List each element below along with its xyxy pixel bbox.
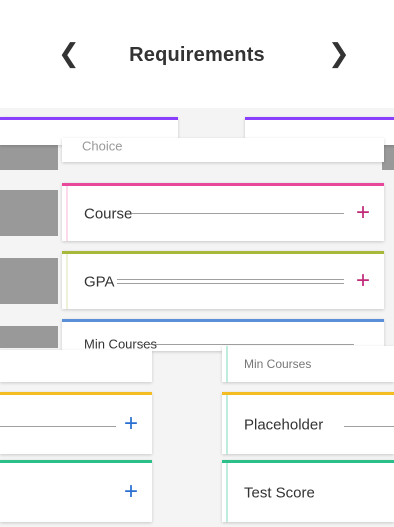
add-course-button[interactable]: + — [356, 200, 370, 224]
add-button[interactable]: + — [124, 411, 138, 435]
course-card[interactable]: Course + — [62, 183, 384, 241]
divider — [142, 344, 354, 345]
divider — [117, 283, 344, 284]
card-label: Choice — [82, 138, 123, 154]
placeholder-card[interactable]: Placeholder — [222, 392, 394, 454]
divider — [132, 213, 344, 214]
card-accent — [226, 346, 228, 382]
card-label: GPA — [84, 273, 115, 290]
blank-card[interactable] — [0, 350, 152, 382]
chevron-right-icon[interactable]: ❯ — [328, 40, 350, 66]
divider — [117, 279, 344, 280]
choice-card[interactable]: Choice — [62, 138, 384, 162]
add-gpa-button[interactable]: + — [356, 268, 370, 292]
gpa-card[interactable]: GPA + — [62, 251, 384, 309]
divider — [344, 426, 394, 427]
yellow-card-left[interactable]: + — [0, 392, 152, 454]
card-accent — [226, 463, 228, 522]
card-label: Test Score — [244, 484, 315, 501]
green-card-left[interactable]: + — [0, 460, 152, 522]
add-button[interactable]: + — [124, 479, 138, 503]
left-gray-bar — [0, 326, 58, 348]
left-gray-bar — [0, 142, 58, 170]
min-courses-card-2[interactable]: Min Courses — [222, 346, 394, 382]
card-accent — [226, 395, 228, 454]
test-score-card[interactable]: Test Score — [222, 460, 394, 522]
card-accent — [66, 254, 68, 309]
card-accent — [66, 186, 68, 241]
left-gray-bar — [0, 258, 58, 304]
card-label: Placeholder — [244, 416, 324, 433]
header-bar: ❮ Requirements ❯ — [0, 0, 394, 108]
left-gray-bar — [0, 190, 58, 236]
divider — [0, 426, 116, 427]
card-label: Course — [84, 205, 133, 222]
card-label: Min Courses — [244, 357, 312, 371]
